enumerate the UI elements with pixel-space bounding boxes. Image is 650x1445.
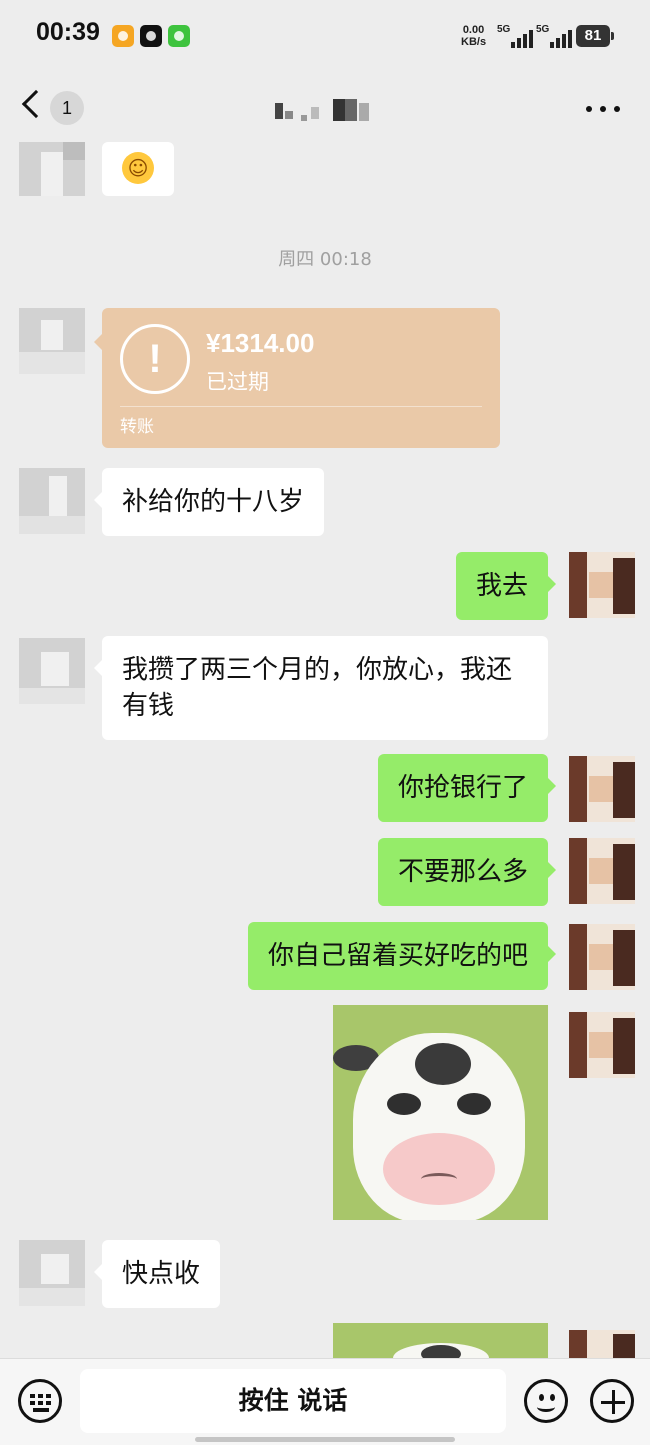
battery-indicator: 81 — [576, 25, 614, 47]
signal-icon: 5G — [536, 24, 572, 48]
card-divider — [120, 406, 482, 407]
more-options-icon[interactable] — [586, 104, 622, 114]
laughing-crying-emoji-icon: ☺ — [122, 152, 154, 184]
emoji-icon[interactable] — [524, 1379, 568, 1423]
user-avatar[interactable] — [569, 1012, 635, 1078]
transfer-card[interactable]: ! ¥1314.00 已过期 转账 — [94, 308, 500, 448]
incoming-message[interactable]: 补给你的十八岁 — [93, 468, 325, 536]
emoji-message-bubble[interactable]: ☺ — [102, 142, 174, 196]
transfer-amount: ¥1314.00 — [206, 328, 315, 358]
home-indicator — [195, 1437, 455, 1442]
transfer-status: 已过期 — [206, 370, 269, 394]
cow-face-icon — [353, 1033, 525, 1220]
plus-icon[interactable] — [590, 1379, 634, 1423]
unread-count-badge: 1 — [50, 91, 84, 125]
signal-icon: 5G — [497, 24, 533, 48]
cow-sticker-image[interactable] — [333, 1005, 548, 1220]
transfer-label: 转账 — [120, 417, 154, 437]
outgoing-message[interactable]: 我去 — [455, 552, 557, 620]
app-notification-icon — [112, 25, 134, 47]
chat-title-blurred — [275, 97, 375, 123]
wechat-icon — [168, 25, 190, 47]
keyboard-icon[interactable] — [18, 1379, 62, 1423]
cow-sticker-image[interactable] — [333, 1323, 548, 1363]
signal-type-label: 5G — [497, 24, 511, 35]
exclamation-icon: ! — [120, 324, 190, 394]
status-time: 00:39 — [36, 18, 100, 46]
chat-screen: 00:39 0.00 KB/s 5G 5G 81 1 ☺ 周四 00:18 ! … — [0, 0, 650, 1445]
user-avatar[interactable] — [569, 552, 635, 618]
incoming-message[interactable]: 我攒了两三个月的，你放心，我还有钱 — [94, 636, 548, 740]
signal-type-label: 5G — [536, 24, 550, 35]
contact-avatar[interactable] — [19, 468, 85, 534]
chat-header: 1 — [0, 72, 650, 146]
contact-avatar[interactable] — [19, 638, 85, 704]
chevron-left-icon — [21, 89, 51, 119]
hold-to-talk-button[interactable]: 按住 说话 — [80, 1369, 506, 1433]
message-timestamp: 周四 00:18 — [278, 249, 372, 270]
tiktok-icon — [140, 25, 162, 47]
user-avatar[interactable] — [569, 1330, 635, 1358]
chat-input-bar: 按住 说话 — [0, 1358, 650, 1445]
outgoing-message[interactable]: 你抢银行了 — [377, 754, 557, 822]
user-avatar[interactable] — [569, 756, 635, 822]
contact-avatar[interactable] — [19, 1240, 85, 1306]
network-speed-unit: KB/s — [461, 36, 487, 48]
user-avatar[interactable] — [569, 924, 635, 990]
incoming-message[interactable]: 快点收 — [93, 1240, 221, 1308]
outgoing-message[interactable]: 不要那么多 — [377, 838, 557, 906]
user-avatar[interactable] — [569, 838, 635, 904]
back-button[interactable]: 1 — [20, 86, 90, 130]
status-bar: 00:39 0.00 KB/s 5G 5G 81 — [0, 0, 650, 72]
contact-avatar[interactable] — [19, 142, 85, 196]
network-speed-value: 0.00 — [462, 24, 485, 36]
outgoing-message[interactable]: 你自己留着买好吃的吧 — [247, 922, 557, 990]
network-speed: 0.00 KB/s — [461, 24, 486, 48]
contact-avatar[interactable] — [19, 308, 85, 374]
